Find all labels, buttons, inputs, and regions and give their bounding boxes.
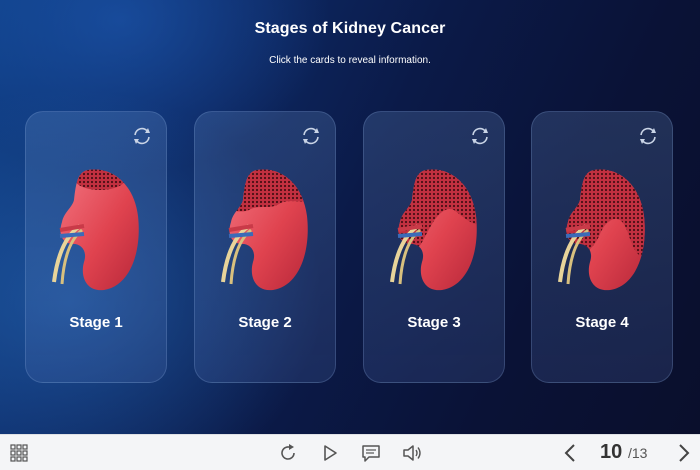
stage-label: Stage 4: [575, 314, 629, 331]
stage-label: Stage 2: [238, 314, 292, 331]
stage-card-4[interactable]: Stage 4: [531, 111, 673, 383]
chevron-left-icon[interactable]: [560, 442, 582, 464]
total-pages: /13: [628, 445, 648, 461]
page-title: Stages of Kidney Cancer: [254, 20, 446, 37]
kidney-image: [52, 169, 139, 291]
chevron-right-icon[interactable]: [672, 442, 694, 464]
flip-icon: [472, 127, 488, 145]
flip-icon: [134, 127, 150, 145]
kidney-image: [390, 169, 477, 291]
replay-icon[interactable]: [277, 442, 299, 464]
stage-card-1[interactable]: Stage 1: [25, 111, 167, 383]
stage-card-2[interactable]: Stage 2: [194, 111, 336, 383]
flip-icon: [640, 127, 656, 145]
stage-label: Stage 3: [407, 314, 461, 331]
kidney-image: [558, 169, 645, 291]
slide-area: Stages of Kidney Cancer Click the cards …: [0, 0, 700, 434]
current-page: 10: [600, 441, 623, 463]
grid-menu-icon[interactable]: [8, 442, 30, 464]
stage-card-3[interactable]: Stage 3: [363, 111, 505, 383]
instruction-text: Click the cards to reveal information.: [269, 55, 431, 66]
stage-label: Stage 1: [69, 314, 123, 331]
player-toolbar: 10 /13: [0, 434, 700, 470]
audio-icon[interactable]: [401, 442, 423, 464]
play-icon[interactable]: [319, 442, 341, 464]
flip-icon: [303, 127, 319, 145]
kidney-image: [221, 169, 308, 291]
notes-icon[interactable]: [360, 442, 382, 464]
